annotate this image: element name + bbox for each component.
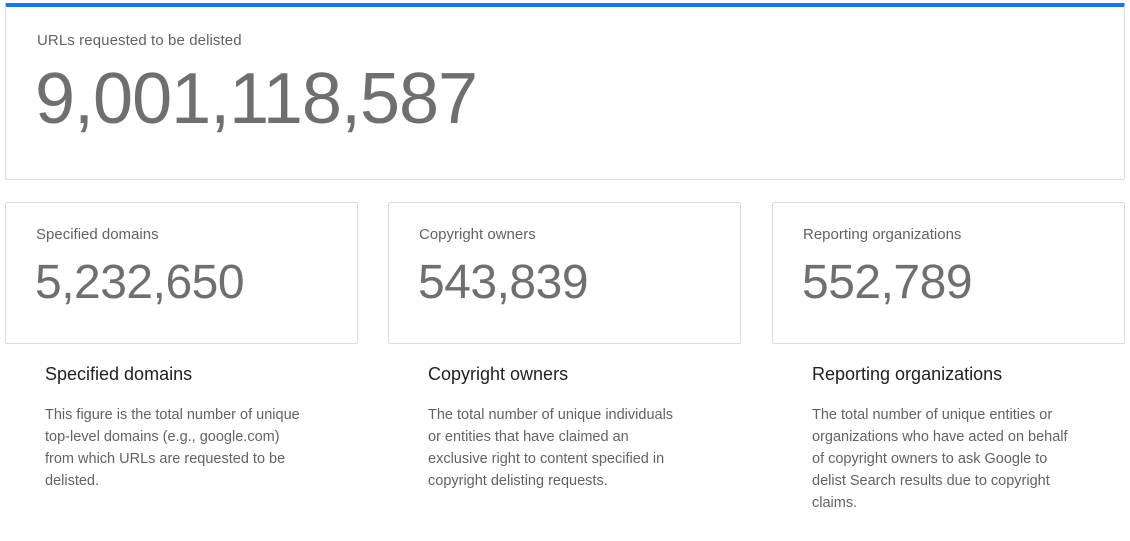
- description-line: claims.: [812, 495, 858, 511]
- description-body: This figure is the total number of uniqu…: [45, 404, 345, 492]
- stat-value: 543,839: [418, 256, 589, 309]
- description-line: exclusive right to content specified in: [428, 451, 665, 467]
- hero-label: URLs requested to be delisted: [37, 32, 242, 49]
- description-line: top-level domains (e.g., google.com): [45, 429, 280, 445]
- hero-value: 9,001,118,587: [35, 59, 478, 139]
- stat-label: Specified domains: [36, 226, 159, 243]
- description-line: delist Search results due to copyright: [812, 473, 1050, 489]
- description-body: The total number of unique entities or o…: [812, 404, 1112, 514]
- specified-domains-description: Specified domains This figure is the tot…: [45, 364, 345, 492]
- description-body: The total number of unique individuals o…: [428, 404, 728, 492]
- stat-value: 5,232,650: [35, 256, 245, 309]
- description-line: from which URLs are requested to be: [45, 451, 286, 467]
- description-title: Reporting organizations: [812, 364, 1003, 384]
- description-line: of copyright owners to ask Google to: [812, 451, 1048, 467]
- urls-delisted-card: URLs requested to be delisted 9,001,118,…: [5, 3, 1125, 180]
- description-title: Copyright owners: [428, 364, 569, 384]
- stat-value: 552,789: [802, 256, 973, 309]
- description-line: This figure is the total number of uniqu…: [45, 407, 300, 423]
- stat-label: Copyright owners: [419, 226, 536, 243]
- description-line: organizations who have acted on behalf: [812, 429, 1068, 445]
- description-line: The total number of unique individuals: [428, 407, 674, 423]
- copyright-owners-card: Copyright owners 543,839: [388, 202, 741, 344]
- reporting-organizations-description: Reporting organizations The total number…: [812, 364, 1112, 514]
- description-line: copyright delisting requests.: [428, 473, 608, 489]
- description-line: The total number of unique entities or: [812, 407, 1053, 423]
- specified-domains-card: Specified domains 5,232,650: [5, 202, 358, 344]
- description-title: Specified domains: [45, 364, 193, 384]
- stat-label: Reporting organizations: [803, 226, 962, 243]
- reporting-organizations-card: Reporting organizations 552,789: [772, 202, 1125, 344]
- transparency-stats-page: URLs requested to be delisted 9,001,118,…: [0, 0, 1130, 541]
- description-line: delisted.: [45, 473, 100, 489]
- copyright-owners-description: Copyright owners The total number of uni…: [428, 364, 728, 492]
- description-line: or entities that have claimed an: [428, 429, 629, 445]
